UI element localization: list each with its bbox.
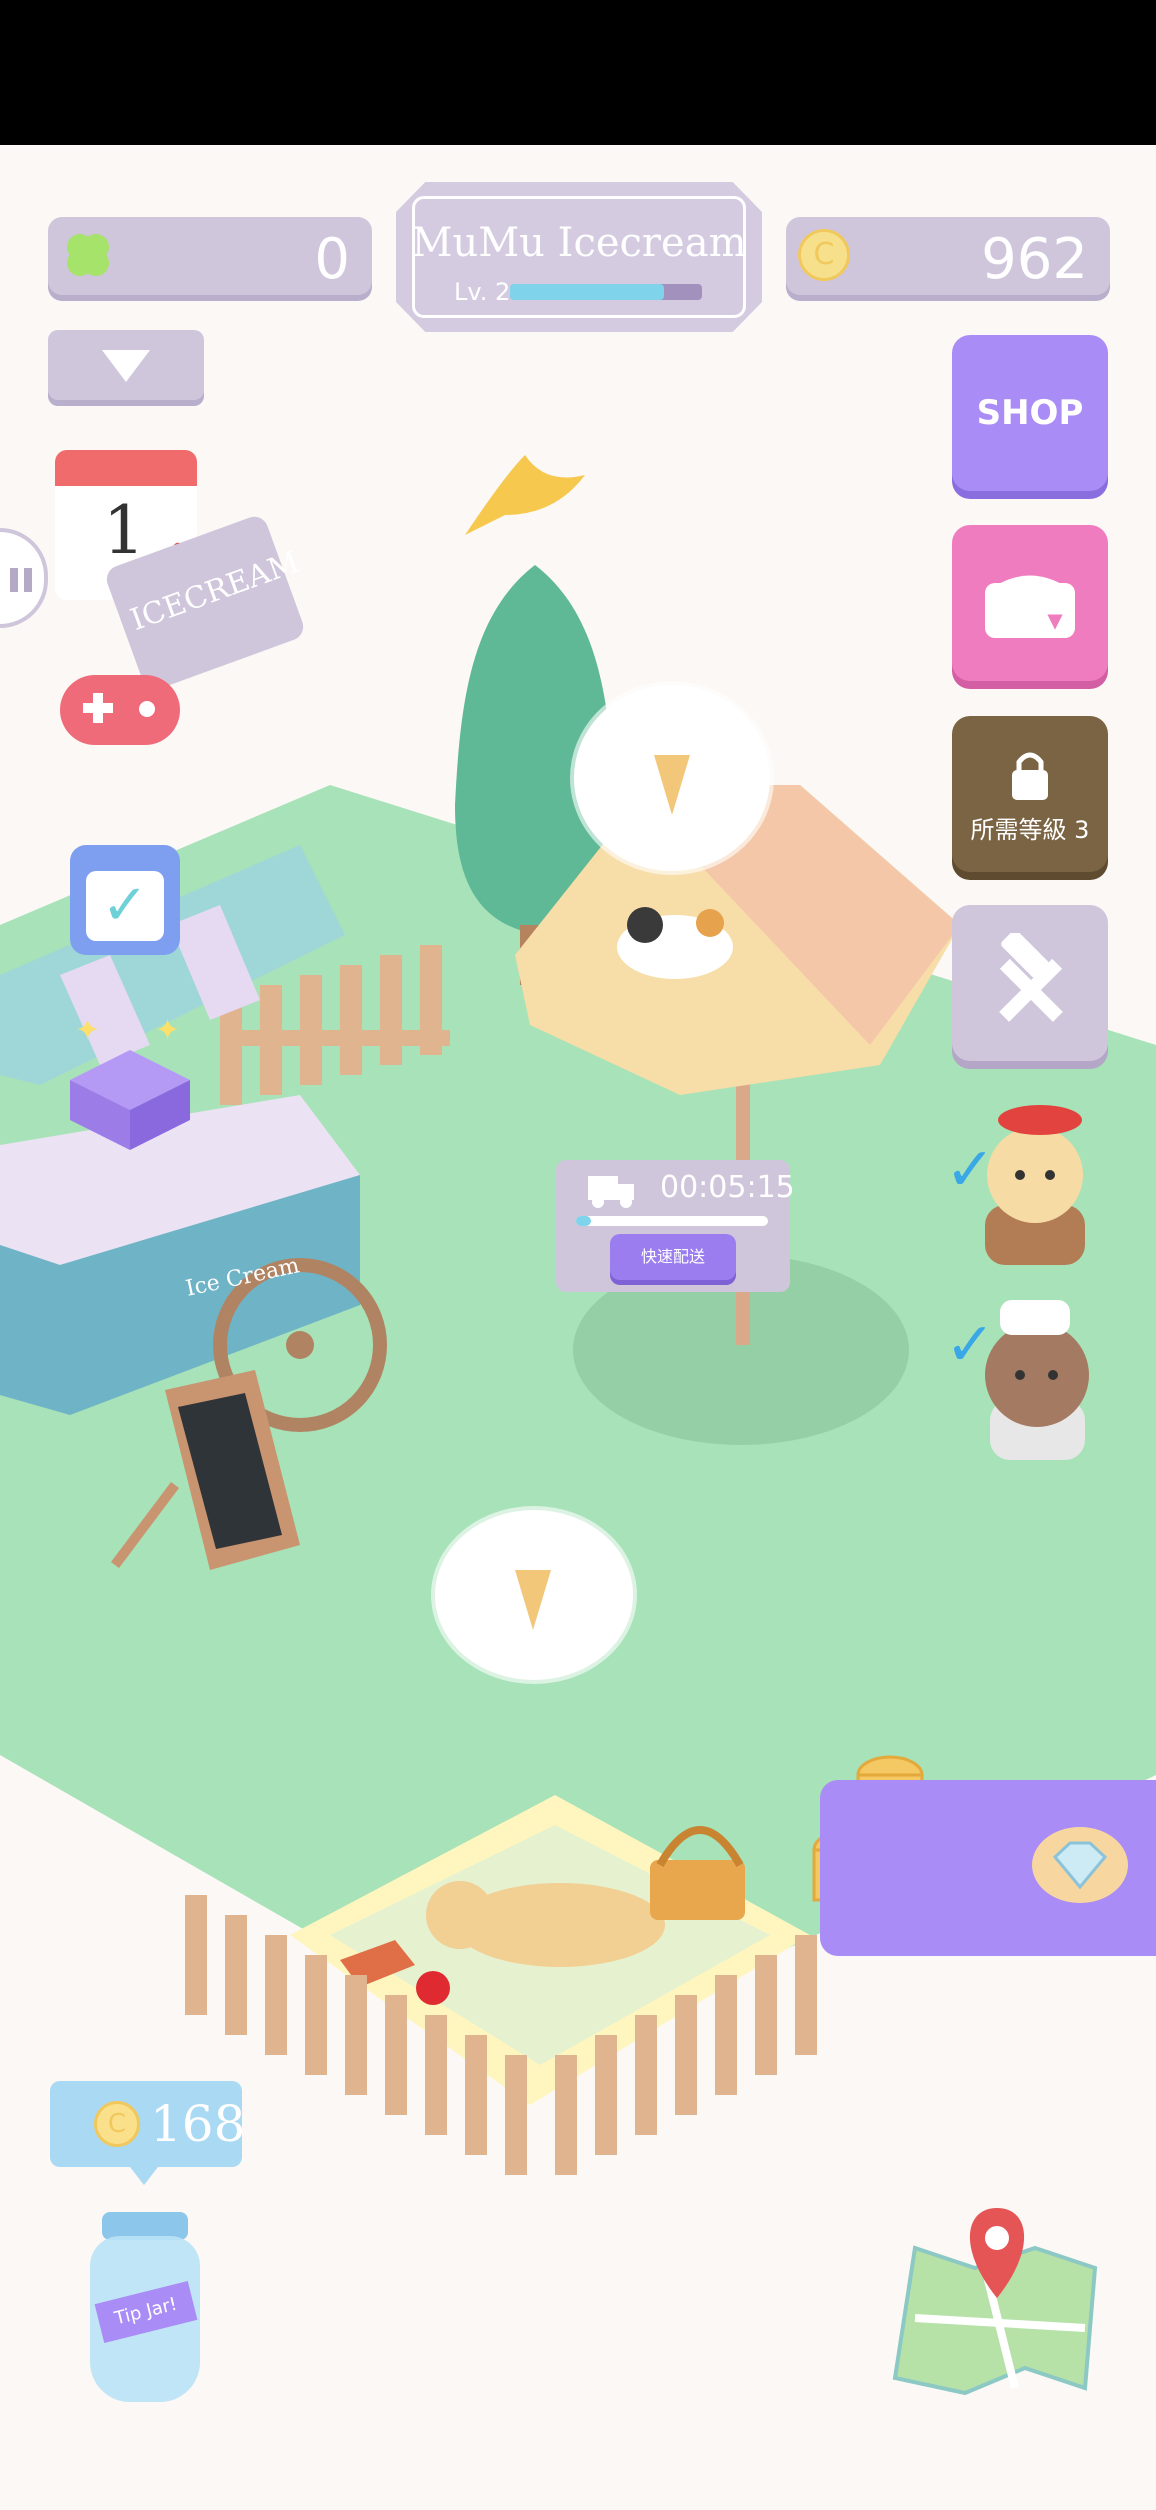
ice-cream-icon	[654, 755, 690, 815]
game-title: MuMu Icecream	[411, 220, 747, 266]
tip-jar[interactable]: Tip Jar!	[90, 2212, 200, 2407]
level-progress-fill	[510, 284, 664, 300]
locked-feature-button[interactable]: 所需等級 3	[952, 716, 1108, 872]
hammer-wrench-icon	[999, 933, 1063, 1022]
clover-counter[interactable]: 0	[48, 217, 372, 295]
treasure-chest-icon	[985, 575, 1075, 638]
coin-icon: C	[798, 229, 850, 281]
lock-icon	[1012, 752, 1048, 800]
svg-text:✦: ✦	[75, 1013, 100, 1048]
coin-icon: C	[94, 2101, 140, 2147]
staff-cat-avatar[interactable]: ✓	[945, 1280, 1110, 1470]
shop-label: SHOP	[976, 393, 1084, 433]
banana-peel-icon[interactable]	[445, 445, 595, 555]
ice-cream-icon	[515, 1570, 551, 1630]
status-bar	[0, 0, 1156, 145]
delivery-timer: 00:05:15	[660, 1170, 795, 1205]
delivery-progress-fill	[576, 1216, 592, 1226]
order-bubble-dog[interactable]	[435, 1510, 633, 1680]
treasure-chest-button[interactable]	[952, 525, 1108, 681]
tip-amount-bubble[interactable]: C 168	[50, 2081, 246, 2185]
gift-box-icon[interactable]: ✦ ✦	[60, 1010, 200, 1150]
delivery-panel: 00:05:15 快速配送	[556, 1160, 795, 1292]
title-plaque: MuMu Icecream Lv. 2	[396, 182, 762, 332]
fast-delivery-button[interactable]: 快速配送	[610, 1234, 736, 1280]
checkmark-icon: ✓	[86, 871, 164, 941]
delivery-progress-track	[576, 1216, 768, 1226]
gamepad-icon[interactable]	[55, 665, 190, 755]
signboard-text: ICECREAM	[125, 544, 304, 639]
level-label: Lv. 2	[454, 278, 511, 306]
dropdown-toggle-button[interactable]	[48, 330, 204, 400]
delivery-truck-icon	[588, 1176, 634, 1208]
triangle-down-icon	[102, 350, 150, 382]
locked-label: 所需等級 3	[970, 815, 1090, 844]
task-checklist-button[interactable]: ✓	[70, 845, 180, 955]
coin-counter[interactable]: C 962	[786, 217, 1110, 295]
tools-button[interactable]	[952, 905, 1108, 1061]
diamond-offer-panel[interactable]	[820, 1780, 1156, 1956]
svg-text:✦: ✦	[155, 1013, 180, 1048]
tip-amount: 168	[150, 2095, 246, 2153]
map-button[interactable]	[885, 2208, 1105, 2398]
cat-customer[interactable]	[610, 885, 740, 985]
order-bubble-cat[interactable]	[574, 685, 770, 871]
level-progress-track	[510, 284, 702, 300]
coin-count: 962	[981, 227, 1088, 292]
staff-dog-avatar[interactable]: ✓	[945, 1095, 1110, 1275]
clover-count: 0	[314, 227, 350, 292]
clover-icon	[67, 234, 109, 276]
shop-button[interactable]: SHOP	[952, 335, 1108, 491]
diamond-icon	[1032, 1827, 1128, 1903]
